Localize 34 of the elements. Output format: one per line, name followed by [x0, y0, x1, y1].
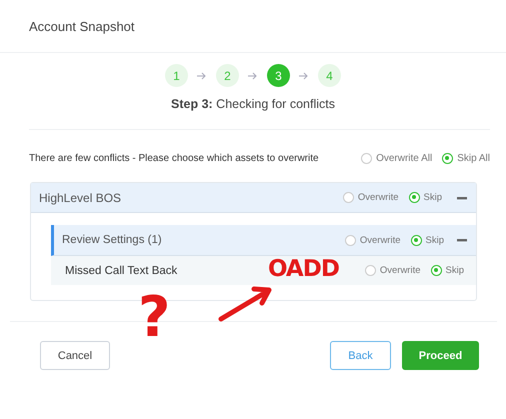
arrow-icon: [299, 72, 309, 80]
radio-icon[interactable]: [361, 153, 372, 164]
radio-option[interactable]: Skip: [408, 192, 442, 203]
radio-option[interactable]: Skip: [410, 234, 444, 246]
radio-icon[interactable]: [410, 234, 422, 246]
radio-icon[interactable]: [364, 265, 376, 276]
proceed-button[interactable]: Proceed: [402, 341, 479, 370]
radio-option[interactable]: Overwrite All: [361, 153, 432, 164]
arrow-icon: [248, 72, 258, 80]
arrow-icon: [197, 72, 207, 80]
radio-icon[interactable]: [408, 192, 420, 203]
step-indicator: 1: [165, 64, 188, 87]
radio-icon[interactable]: [442, 153, 454, 164]
dialog-title: Account Snapshot: [29, 18, 135, 34]
radio-option[interactable]: Skip All: [442, 153, 490, 164]
handwritten-note: ?: [138, 290, 170, 346]
subgroup-name: Review Settings (1): [62, 234, 162, 246]
conflict-message: There are few conflicts - Please choose which assets to overwrite: [29, 153, 319, 164]
back-button[interactable]: Back: [330, 341, 391, 370]
step-indicator: 3: [267, 64, 290, 87]
handwritten-note: OADD: [268, 258, 339, 281]
asset-name: Missed Call Text Back: [65, 264, 178, 276]
radio-icon[interactable]: [430, 265, 442, 276]
radio-icon[interactable]: [344, 234, 356, 246]
radio-option[interactable]: Overwrite: [344, 234, 401, 246]
radio-icon[interactable]: [342, 192, 354, 203]
radio-option[interactable]: Overwrite: [342, 192, 399, 203]
radio-option[interactable]: Skip: [430, 265, 464, 276]
step-indicator: 2: [216, 64, 239, 87]
step-indicator: 4: [318, 64, 341, 87]
radio-option[interactable]: Overwrite: [364, 265, 421, 276]
group-name: HighLevel BOS: [39, 190, 122, 204]
step-caption: Step 3: Checking for conflicts: [170, 97, 336, 111]
cancel-button[interactable]: Cancel: [40, 341, 110, 370]
